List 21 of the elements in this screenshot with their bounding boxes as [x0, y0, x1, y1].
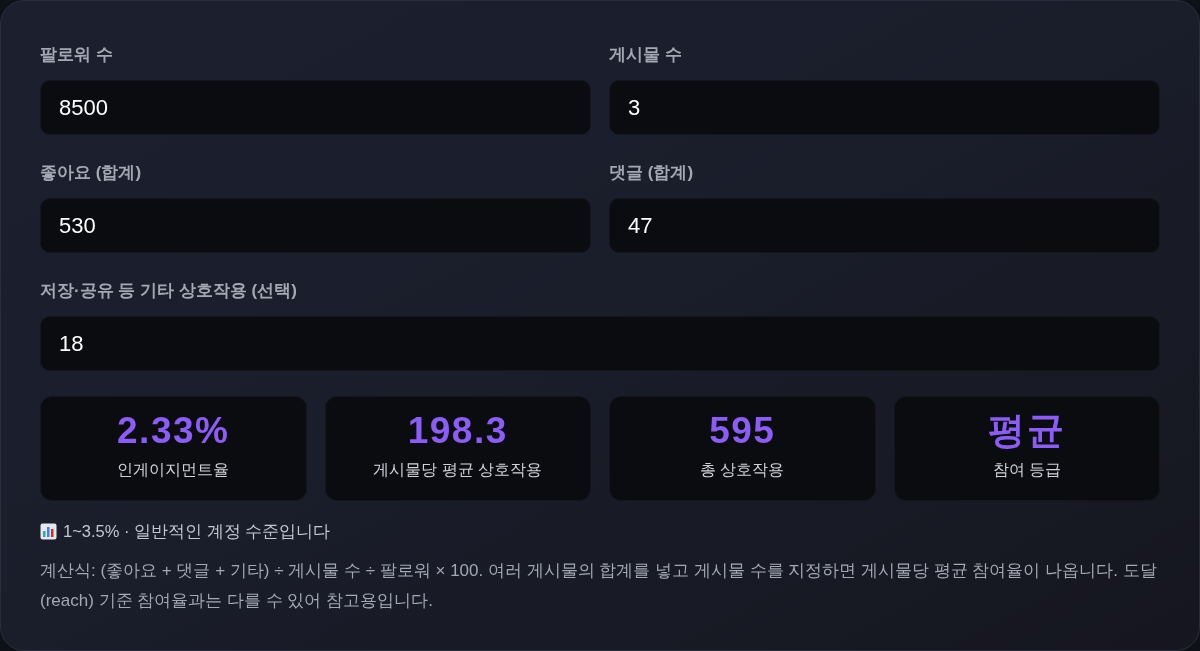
verdict-text: 1~3.5% · 일반적인 계정 수준입니다 — [63, 521, 331, 542]
field-label: 게시물 수 — [609, 45, 682, 65]
stat-label: 총 상호작용 — [700, 460, 785, 480]
number-input[interactable]: 3 — [609, 80, 1160, 135]
number-input[interactable]: 530 — [40, 198, 591, 253]
stat-value: 198.3 — [407, 410, 508, 452]
stat-value: 2.33% — [117, 410, 230, 452]
bar-chart-icon — [40, 522, 57, 540]
number-input[interactable]: 8500 — [40, 80, 591, 135]
stat-label: 참여 등급 — [992, 460, 1061, 480]
stat-label: 게시물당 평균 상호작용 — [373, 460, 543, 480]
stat-value: 595 — [709, 410, 776, 452]
formula-note: 계산식: (좋아요 + 댓글 + 기타) ÷ 게시물 수 ÷ 팔로워 × 100. 여러 게시물의 합계를 넣고 게시물 수를 지정하면 게시물당 평균 참여율이 나옵니다. 도달 (reach) 기준 참여율과는 다를 수 있어 참고용입니다. — [40, 560, 1158, 612]
field-label: 좋아요 (합계) — [40, 163, 142, 183]
field-label: 댓글 (합계) — [609, 163, 694, 183]
number-input[interactable]: 47 — [609, 198, 1160, 253]
number-input[interactable]: 18 — [40, 316, 1160, 371]
field-label: 저장·공유 등 기타 상호작용 (선택) — [40, 281, 297, 301]
stat-label: 인게이지먼트율 — [117, 460, 230, 480]
stat-value: 평균 — [988, 410, 1066, 452]
field-label: 팔로워 수 — [40, 45, 113, 65]
